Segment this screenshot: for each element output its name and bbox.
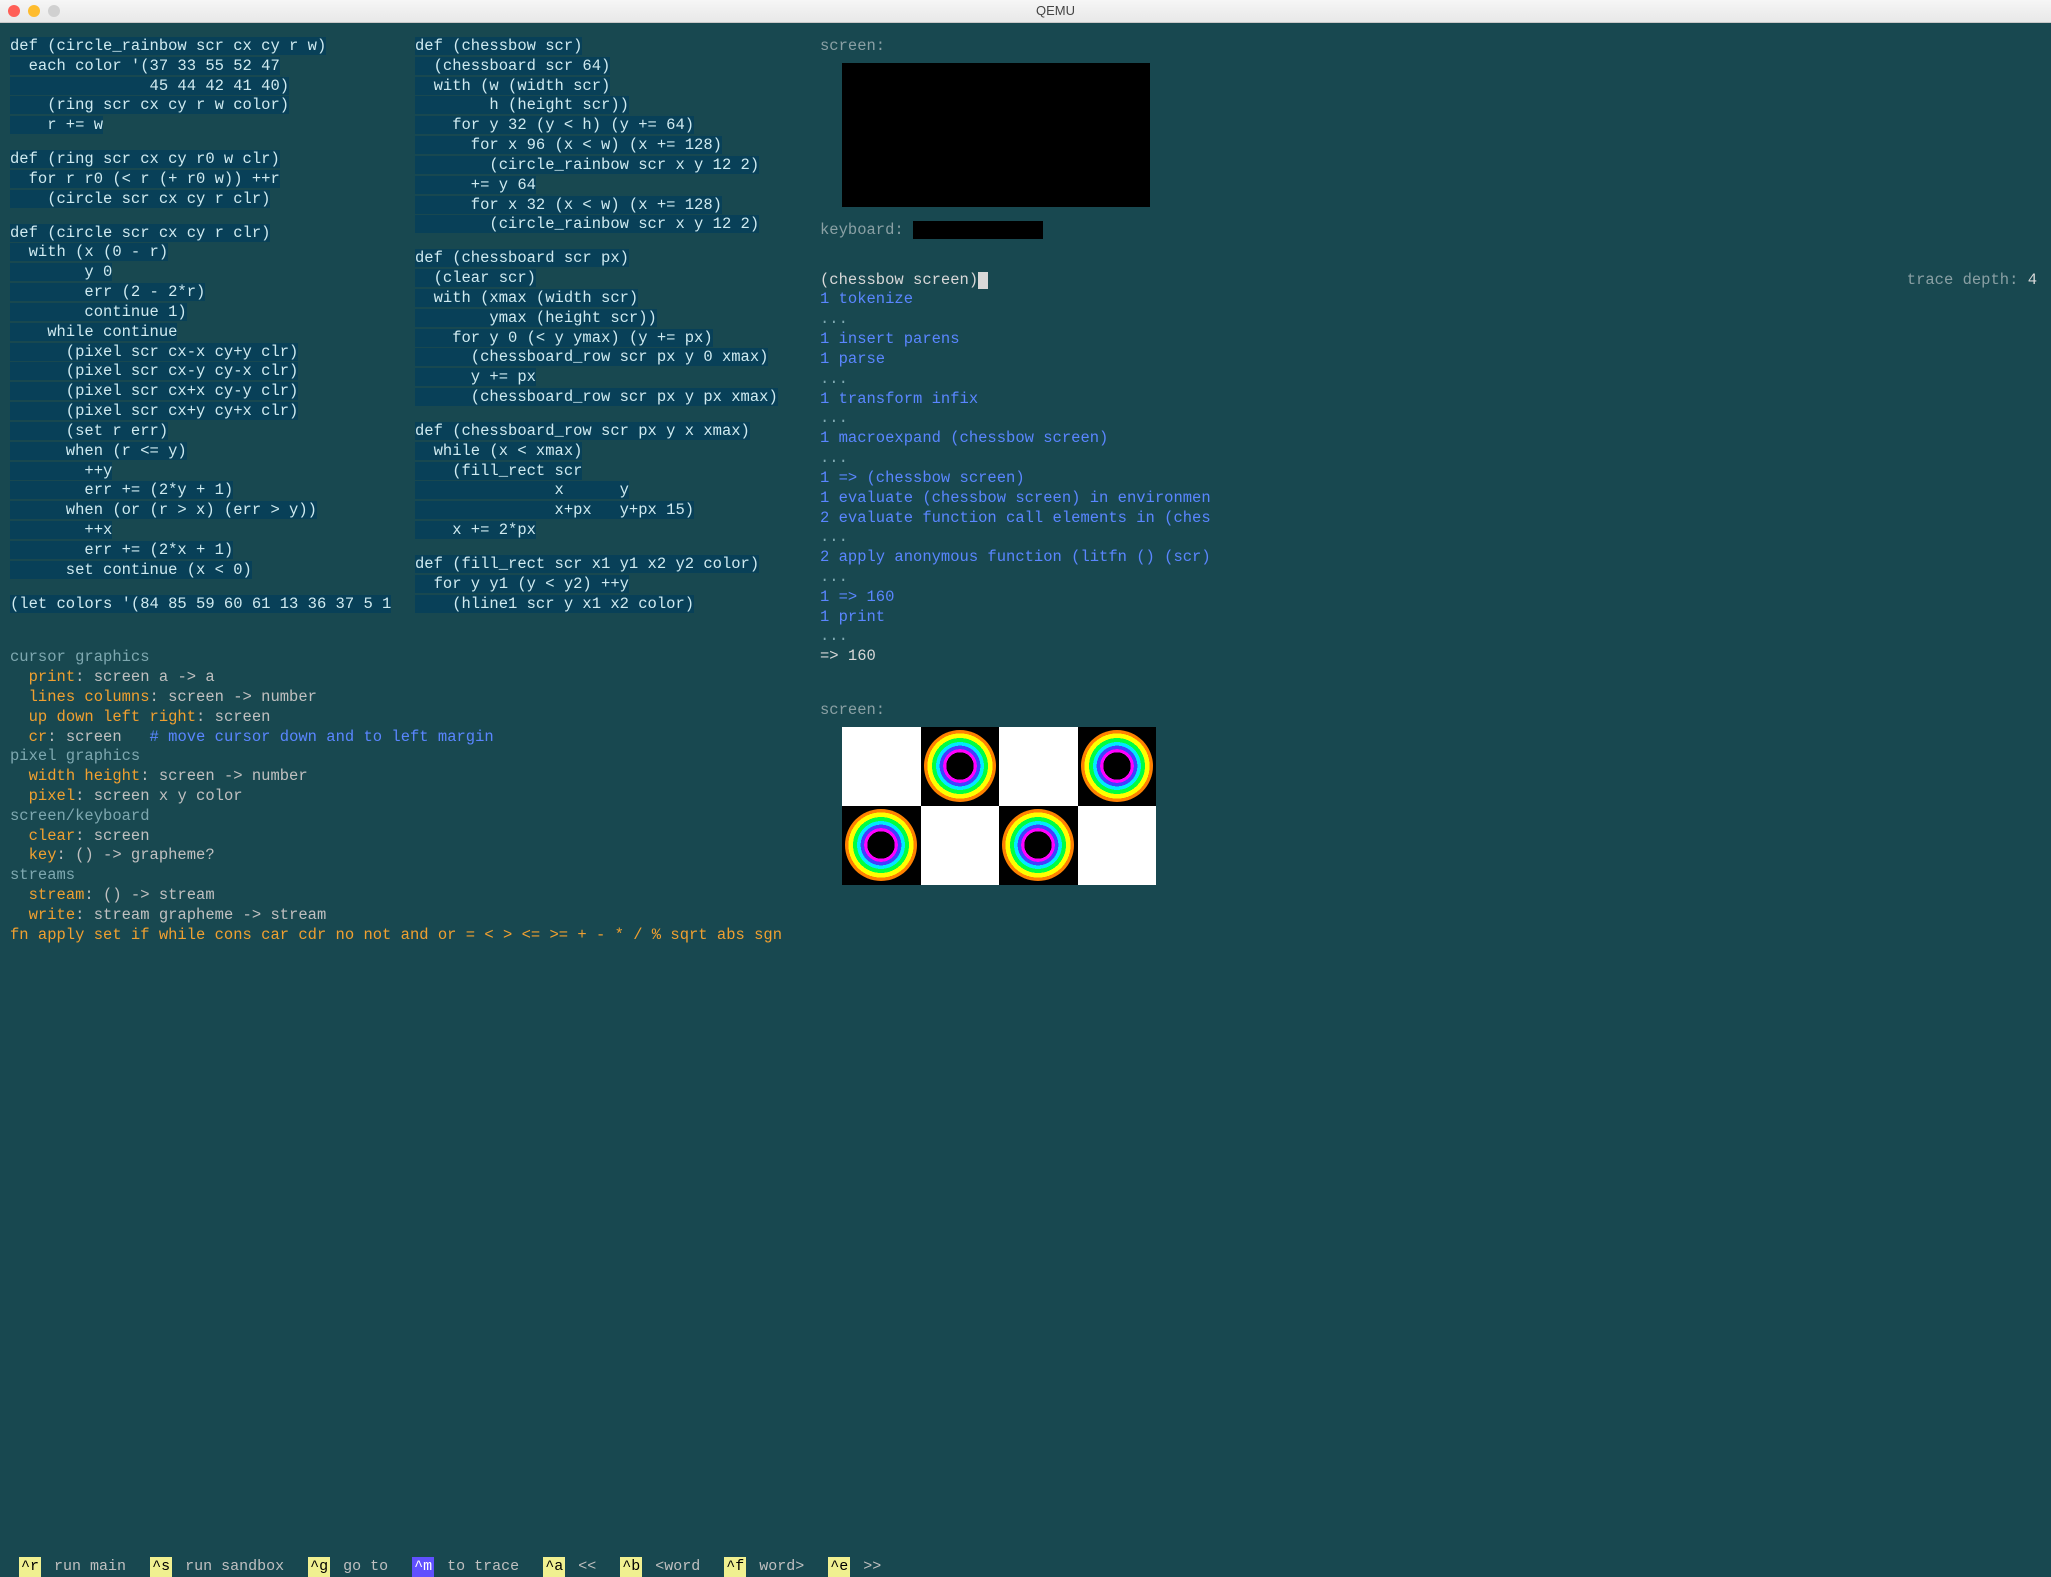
- trace-line: ...: [820, 528, 848, 546]
- trace-line: ...: [820, 409, 848, 427]
- trace-line: ...: [820, 449, 848, 467]
- keyboard-label: keyboard:: [820, 221, 904, 239]
- window-titlebar: QEMU: [0, 0, 2051, 23]
- key-home[interactable]: ^a: [543, 1557, 565, 1576]
- zoom-icon[interactable]: [48, 5, 60, 17]
- rainbow-icon: [1081, 730, 1153, 802]
- workspace: def (circle_rainbow scr cx cy r w) each …: [0, 23, 2051, 1557]
- keyboard-buffer: [913, 221, 1043, 239]
- key-word-left[interactable]: ^b: [620, 1557, 642, 1576]
- screen-label: screen:: [820, 37, 2041, 57]
- code-block: def (circle_rainbow scr cx cy r w) each …: [10, 37, 326, 134]
- key-trace[interactable]: ^m: [412, 1557, 434, 1576]
- trace-line: 1 insert parens: [820, 330, 960, 348]
- code-block: def (chessboard scr px) (clear scr) with…: [415, 249, 778, 406]
- repl-input[interactable]: (chessbow screen): [820, 271, 978, 289]
- trace-line: 1 => 160: [820, 588, 894, 606]
- trace-line: 1 => (chessbow screen): [820, 469, 1025, 487]
- minimize-icon[interactable]: [28, 5, 40, 17]
- trace-line: 1 transform infix: [820, 390, 978, 408]
- key-run-main[interactable]: ^r: [19, 1557, 41, 1576]
- trace-line: 1 evaluate (chessbow screen) in environm…: [820, 489, 1211, 507]
- help-panel: cursor graphics print: screen a -> a lin…: [10, 628, 397, 965]
- code-block: def (fill_rect scr x1 y1 x2 y2 color) fo…: [415, 555, 759, 613]
- trace-line: 2 apply anonymous function (litfn () (sc…: [820, 548, 1211, 566]
- rainbow-icon: [1002, 809, 1074, 881]
- trace-line: 1 macroexpand (chessbow screen): [820, 429, 1108, 447]
- screen-label: screen:: [820, 701, 2041, 721]
- key-goto[interactable]: ^g: [308, 1557, 330, 1576]
- screen-preview-blank: [842, 63, 1150, 207]
- rainbow-icon: [845, 809, 917, 881]
- key-run-sandbox[interactable]: ^s: [150, 1557, 172, 1576]
- trace-line: 1 tokenize: [820, 290, 913, 308]
- code-block: def (ring scr cx cy r0 w clr) for r r0 (…: [10, 150, 280, 208]
- window-title: QEMU: [68, 3, 2043, 20]
- code-block: (let colors '(84 85 59 60 61 13 36 37 5 …: [10, 595, 391, 613]
- screen-preview-chessbow: [842, 727, 1156, 885]
- code-block: def (chessboard_row scr px y x xmax) whi…: [415, 422, 750, 539]
- bottom-keybar: ^r run main ^s run sandbox ^g go to ^m t…: [0, 1557, 2051, 1577]
- trace-line: ...: [820, 310, 848, 328]
- cursor-icon: [978, 272, 988, 289]
- close-icon[interactable]: [8, 5, 20, 17]
- sandbox-panel[interactable]: screen: keyboard: (chessbow screen)trace…: [810, 23, 2051, 1557]
- trace-line: 1 print: [820, 608, 885, 626]
- editor-col-left[interactable]: def (circle_rainbow scr cx cy r w) each …: [0, 23, 405, 1557]
- key-end[interactable]: ^e: [828, 1557, 850, 1576]
- trace-line: ...: [820, 568, 848, 586]
- trace-line: ...: [820, 370, 848, 388]
- key-word-right[interactable]: ^f: [724, 1557, 746, 1576]
- rainbow-icon: [924, 730, 996, 802]
- code-block: def (chessbow scr) (chessboard scr 64) w…: [415, 37, 759, 233]
- repl[interactable]: (chessbow screen)trace depth: 4 1 tokeni…: [820, 251, 2041, 687]
- trace-line: 2 evaluate function call elements in (ch…: [820, 509, 1211, 527]
- editor-col-right[interactable]: def (chessbow scr) (chessboard scr 64) w…: [405, 23, 810, 1557]
- trace-line: => 160: [820, 647, 876, 665]
- trace-line: ...: [820, 627, 848, 645]
- trace-line: 1 parse: [820, 350, 885, 368]
- code-block: def (circle scr cx cy r clr) with (x (0 …: [10, 224, 317, 579]
